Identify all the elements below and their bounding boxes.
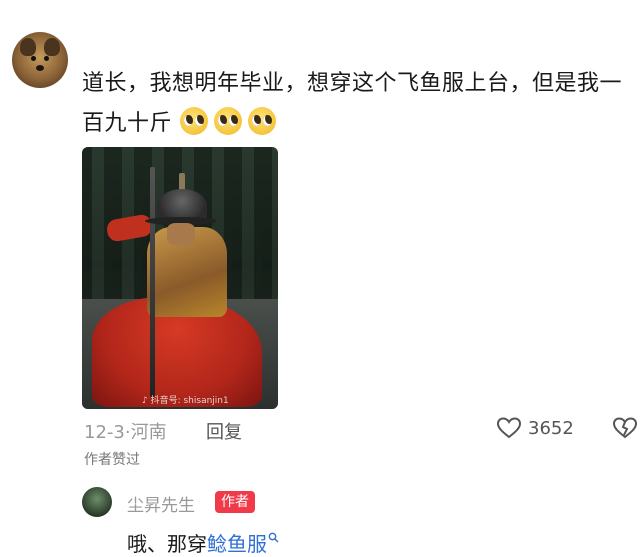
search-link[interactable]: 鲶鱼服 (207, 532, 267, 556)
comment-photo[interactable]: ♪ 抖音号: shisanjin1 (82, 147, 278, 409)
avatar-eye-right (44, 56, 49, 61)
comment-text: 道长，我想明年毕业，想穿这个飞鱼服上台，但是我一百九十斤 (82, 64, 632, 144)
reply-text: 哦、那穿鲶鱼服 (127, 524, 279, 557)
author-badge: 作者 (215, 491, 255, 513)
avatar-ear-left (20, 38, 36, 56)
reply-author-name[interactable]: 尘昇先生 (127, 491, 195, 516)
comment-body: 道长，我想明年毕业，想穿这个飞鱼服上台，但是我一百九十斤 (82, 71, 623, 136)
reply-button[interactable]: 回复 (206, 418, 242, 444)
reply-text-prefix: 哦、那穿 (127, 532, 207, 556)
pleading-face-icon (179, 107, 208, 135)
pleading-face-icon (247, 107, 276, 135)
dislike-broken-heart-icon[interactable] (612, 416, 638, 440)
search-icon[interactable] (268, 524, 279, 548)
photo-face (167, 223, 195, 245)
photo-watermark: ♪ 抖音号: shisanjin1 (142, 396, 229, 406)
like-button[interactable]: 3652 (496, 416, 574, 440)
reply-author-avatar[interactable] (82, 487, 112, 517)
pleading-face-icon (213, 107, 242, 135)
avatar-nose (36, 65, 44, 71)
heart-icon (496, 416, 522, 440)
comment-date-location: 12-3·河南 (84, 422, 167, 443)
commenter-avatar[interactable] (12, 32, 68, 88)
author-liked-label: 作者赞过 (84, 452, 140, 468)
avatar-eye-left (31, 56, 36, 61)
avatar-ear-right (44, 38, 60, 56)
photo-sword (150, 167, 155, 397)
like-count: 3652 (528, 417, 574, 439)
